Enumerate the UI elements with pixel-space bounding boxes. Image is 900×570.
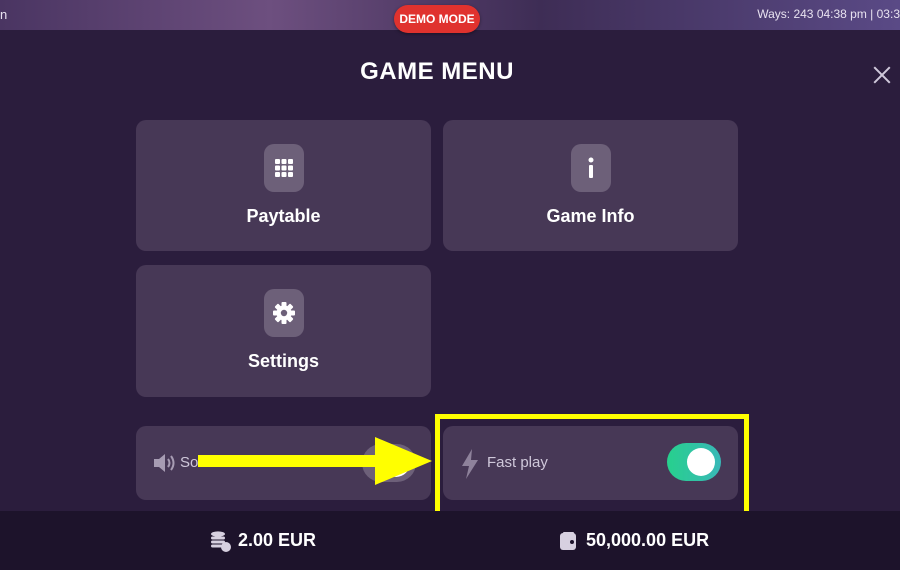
paytable-button[interactable]: Paytable [136,120,431,251]
speaker-icon [152,451,176,480]
bet-display: 2.00 EUR [210,511,316,570]
grid-icon [263,144,304,192]
highlight-box [435,414,749,516]
bet-value: 2.00 EUR [238,530,317,550]
coins-icon [210,530,232,552]
settings-label: Settings [247,351,319,371]
game-info-button[interactable]: Game Info [443,120,738,251]
top-left-text: n [0,7,8,22]
balance-value: 50,000.00 EUR [586,530,710,550]
bottom-bar: 2.00 EUR 50,000.00 EUR [0,511,900,570]
settings-button[interactable]: Settings [136,265,431,397]
info-icon [570,144,611,192]
paytable-label: Paytable [246,206,321,226]
gear-icon [263,289,304,337]
ways-time-info: Ways: 243 04:38 pm | 03:3 [757,7,900,21]
close-icon[interactable] [867,60,897,90]
page-title: GAME MENU [360,58,514,85]
annotation-arrow [198,437,432,485]
balance-display: 50,000.00 EUR [559,511,709,570]
demo-mode-badge: DEMO MODE [394,5,480,33]
wallet-icon [559,531,577,551]
game-info-label: Game Info [546,206,635,226]
